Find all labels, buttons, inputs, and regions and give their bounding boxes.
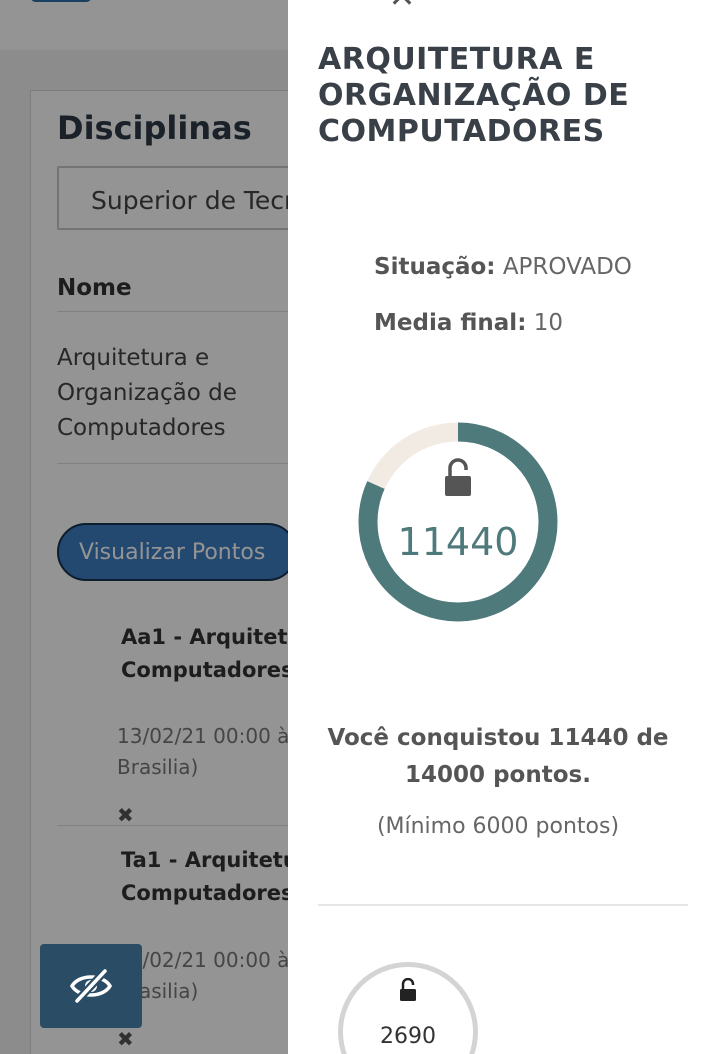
- eye-slash-icon: [69, 968, 113, 1004]
- minimum-points-text: (Mínimo 6000 pontos): [376, 814, 620, 839]
- course-detail-panel: ✕ ARQUITETURA E ORGANIZAÇÃO DE COMPUTADO…: [288, 0, 720, 1054]
- average-value: 10: [533, 310, 563, 336]
- average-row: Media final: 10: [374, 310, 563, 336]
- donut-value: 11440: [397, 520, 519, 564]
- panel-title: ARQUITETURA E ORGANIZAÇÃO DE COMPUTADORE…: [318, 42, 630, 149]
- status-label: Situação:: [374, 254, 496, 280]
- accessibility-button[interactable]: [40, 944, 142, 1028]
- close-icon[interactable]: ✕: [384, 0, 420, 12]
- status-row: Situação: APROVADO: [374, 254, 632, 280]
- unlocked-padlock-icon: [400, 978, 416, 1001]
- divider: [318, 904, 688, 906]
- modal-backdrop[interactable]: [0, 0, 288, 1054]
- activity-points-value: 2690: [380, 1024, 436, 1049]
- status-value: APROVADO: [502, 254, 632, 280]
- achieved-points-text: Você conquistou 11440 de 14000 pontos.: [327, 725, 669, 788]
- unlocked-padlock-icon: [445, 458, 471, 496]
- average-label: Media final:: [374, 310, 527, 336]
